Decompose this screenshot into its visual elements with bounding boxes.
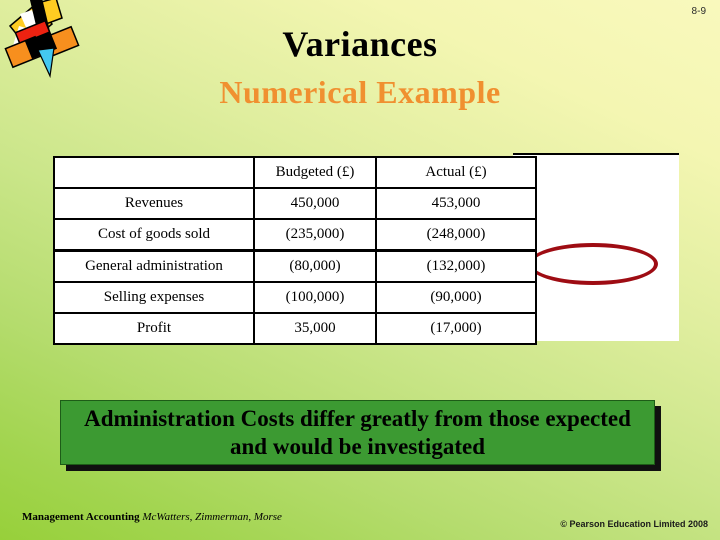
cell-revenues-actual: 453,000 [375, 187, 537, 220]
table-row: General administration (80,000) (132,000… [53, 250, 537, 283]
footer-left: Management Accounting McWatters, Zimmerm… [22, 511, 282, 523]
cell-genadmin-actual: (132,000) [375, 250, 537, 283]
slide-canvas: 8-9 Variances Numerical Example Budgeted… [0, 0, 720, 540]
table-header-budgeted: Budgeted (£) [253, 156, 377, 189]
table-row: Selling expenses (100,000) (90,000) [53, 281, 537, 314]
cell-profit-actual: (17,000) [375, 312, 537, 345]
footer-authors: McWatters, Zimmerman, Morse [142, 511, 282, 523]
cell-cogs-budgeted: (235,000) [253, 218, 377, 251]
row-label-revenues: Revenues [53, 187, 255, 220]
row-label-general-administration: General administration [53, 250, 255, 283]
table-header-blank [53, 156, 255, 189]
footer-book-title: Management Accounting [22, 511, 140, 523]
row-label-cost-of-goods-sold: Cost of goods sold [53, 218, 255, 251]
cell-cogs-actual: (248,000) [375, 218, 537, 251]
row-label-selling-expenses: Selling expenses [53, 281, 255, 314]
red-ellipse-highlight [528, 243, 658, 285]
cell-selling-actual: (90,000) [375, 281, 537, 314]
page-subtitle: Numerical Example [219, 74, 501, 110]
annotation-panel-top-border [513, 153, 679, 155]
callout-text: Administration Costs differ greatly from… [84, 406, 631, 459]
table-row: Profit 35,000 (17,000) [53, 312, 537, 345]
cell-selling-budgeted: (100,000) [253, 281, 377, 314]
table-header-actual: Actual (£) [375, 156, 537, 189]
table-row: Revenues 450,000 453,000 [53, 187, 537, 220]
variance-table-top: Budgeted (£) Actual (£) Revenues 450,000… [53, 156, 537, 251]
cell-profit-budgeted: 35,000 [253, 312, 377, 345]
callout-box: Administration Costs differ greatly from… [60, 400, 655, 465]
table-row: Cost of goods sold (235,000) (248,000) [53, 218, 537, 251]
footer-copyright: © Pearson Education Limited 2008 [560, 519, 708, 529]
row-label-profit: Profit [53, 312, 255, 345]
variance-table-bottom: General administration (80,000) (132,000… [53, 250, 537, 345]
cell-revenues-budgeted: 450,000 [253, 187, 377, 220]
page-title: Variances [282, 24, 438, 64]
cell-genadmin-budgeted: (80,000) [253, 250, 377, 283]
table-header-row: Budgeted (£) Actual (£) [53, 156, 537, 189]
slide-number: 8-9 [691, 6, 706, 17]
